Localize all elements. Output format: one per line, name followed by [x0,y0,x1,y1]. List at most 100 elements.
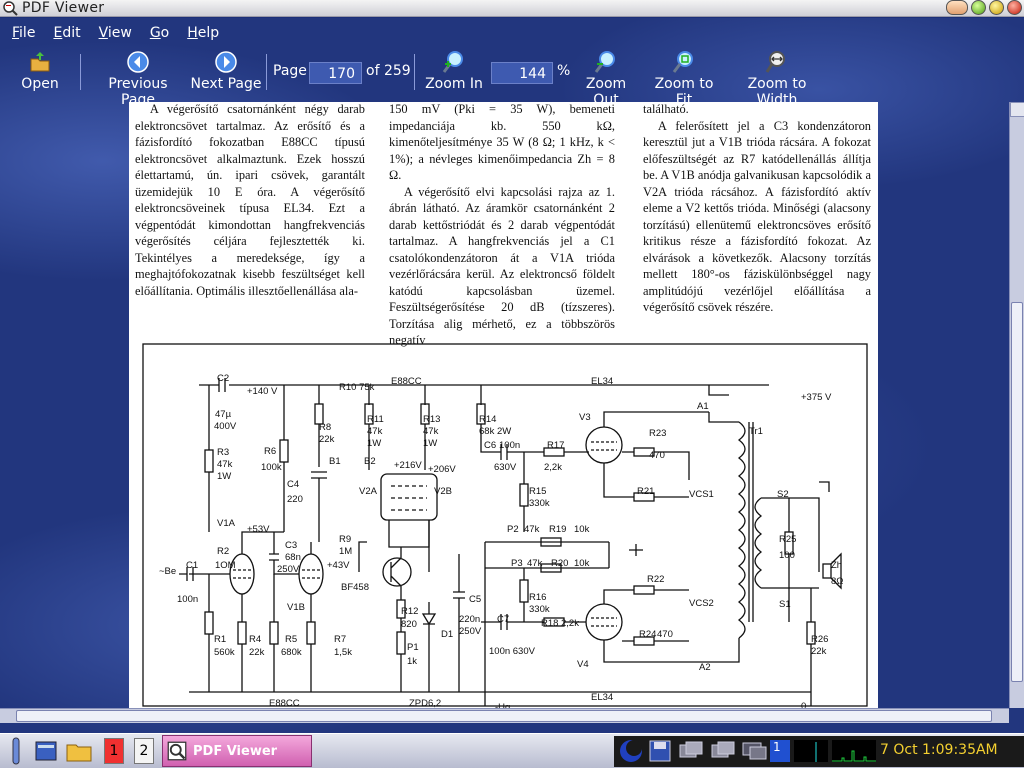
toolbar: Open Previous Page Next Page Page of 259 [0,50,1024,110]
schematic-label: 47k [527,558,543,569]
terminal-icon[interactable] [34,736,58,766]
schematic-label: 330k [529,604,550,615]
schematic-label: E88CC [391,376,422,387]
schematic-label: R23 [649,428,666,439]
network-icon[interactable] [678,739,704,763]
schematic-label: P1 [407,642,419,653]
moon-icon[interactable] [618,738,644,764]
schematic-label: V2B [434,486,452,497]
close-button[interactable] [1007,0,1022,15]
vertical-scrollbar[interactable] [1009,102,1024,708]
schematic-label: 1W [423,438,437,449]
schematic-label: 400V [214,421,237,432]
previous-page-button[interactable]: Previous Page [90,50,186,108]
schematic-label: 1k [407,656,417,667]
schematic-label: 680k [281,647,302,658]
schematic-label: R15 [529,486,546,497]
schematic-label: 100n [177,594,198,605]
network-graph-icon [832,740,876,762]
schematic-label: V4 [577,659,589,670]
zoom-to-fit-icon [672,51,693,73]
schematic-label: R21 [637,486,654,497]
schematic-label: 100n 630V [489,646,536,657]
schematic-label: +216V [394,460,422,471]
page-number-input[interactable] [309,62,362,84]
schematic-label: 1,5k [334,647,352,658]
toolbar-separator [414,54,415,90]
schematic-label: 0 [801,701,806,708]
document-viewport[interactable]: A végerősítő csatornánként négy darab el… [0,102,1024,723]
schematic-label: R7 [334,634,346,645]
schematic-label: BF458 [341,582,369,593]
pdf-viewer-icon [3,1,18,16]
arrow-right-icon [215,51,237,73]
schematic-label: 68n [285,552,301,563]
menu-view[interactable]: View [99,25,132,41]
schematic-label: 220n [459,614,480,625]
desktop-1-button[interactable]: 1 [104,738,124,764]
zoom-in-icon [442,51,463,73]
zoom-to-fit-button[interactable]: Zoom to Fit [646,50,722,108]
title-bar[interactable]: PDF Viewer [0,0,1024,17]
horizontal-scrollbar[interactable] [0,708,1009,723]
open-button[interactable]: Open [20,50,60,92]
schematic-label: S2 [777,489,789,500]
schematic-label: 22k [811,646,827,657]
schematic-label: R1 [214,634,226,645]
schematic-label: R4 [249,634,261,645]
vertical-scroll-thumb[interactable] [1011,302,1023,682]
schematic-label: 47k [423,426,439,437]
toolbar-separator [80,54,81,90]
schematic-label: C1 [186,560,198,571]
schematic-label: 630V [494,462,517,473]
minimize-button[interactable] [971,0,986,15]
schematic-label: A2 [699,662,711,673]
schematic-label: R13 [423,414,440,425]
task-pdf-viewer[interactable]: PDF Viewer [162,735,312,767]
menu-file[interactable]: File [12,25,35,41]
folder-icon[interactable] [64,736,94,766]
monitor-icon[interactable] [742,740,768,762]
horizontal-scroll-thumb[interactable] [16,710,992,722]
maximize-button[interactable] [989,0,1004,15]
next-page-button[interactable]: Next Page [190,50,262,92]
menu-help[interactable]: Help [187,25,219,41]
desktop-2-button[interactable]: 2 [134,738,154,764]
save-icon[interactable] [648,739,672,763]
launcher-icon[interactable] [6,736,26,766]
zoom-to-width-button[interactable]: Zoom to Width [728,50,826,108]
zoom-out-icon [594,51,615,73]
zoom-to-width-icon [765,51,785,73]
schematic-label: R9 [339,534,351,545]
schematic-label: R25 [779,534,796,545]
scroll-up-arrow[interactable] [1010,102,1024,117]
schematic-label: A1 [697,401,709,412]
zoom-in-button[interactable]: Zoom In [424,50,484,92]
network-icon[interactable] [710,739,736,763]
open-folder-icon [30,52,50,72]
schematic-label: 100n [499,440,520,451]
shade-button[interactable] [946,0,968,15]
schematic-label: 100 [779,550,795,561]
menu-go[interactable]: Go [150,25,169,41]
schematic-label: VCS2 [689,598,714,609]
menu-edit[interactable]: Edit [53,25,80,41]
schematic-label: S1 [779,599,791,610]
schematic-label: B2 [364,456,376,467]
zoom-level-input[interactable] [491,62,553,84]
schematic-label: C2 [217,373,229,384]
schematic-label: R26 [811,634,828,645]
schematic-label: 1OM [215,560,236,571]
schematic-label: C5 [469,594,481,605]
schematic-label: 10k [574,524,590,535]
schematic-label: ZPD6,2 [409,698,441,708]
schematic-label: V2A [359,486,378,497]
window-title: PDF Viewer [22,0,105,16]
schematic-label: P2 [507,524,519,535]
page-label: Page [273,63,307,79]
schematic-label: +53V [247,524,270,535]
zoom-out-button[interactable]: Zoom Out [573,50,639,108]
menu-bar: File Edit View Go Help [0,18,225,48]
schematic-label: R5 [285,634,297,645]
app-body: File Edit View Go Help Open Previous Pag… [0,18,1024,733]
